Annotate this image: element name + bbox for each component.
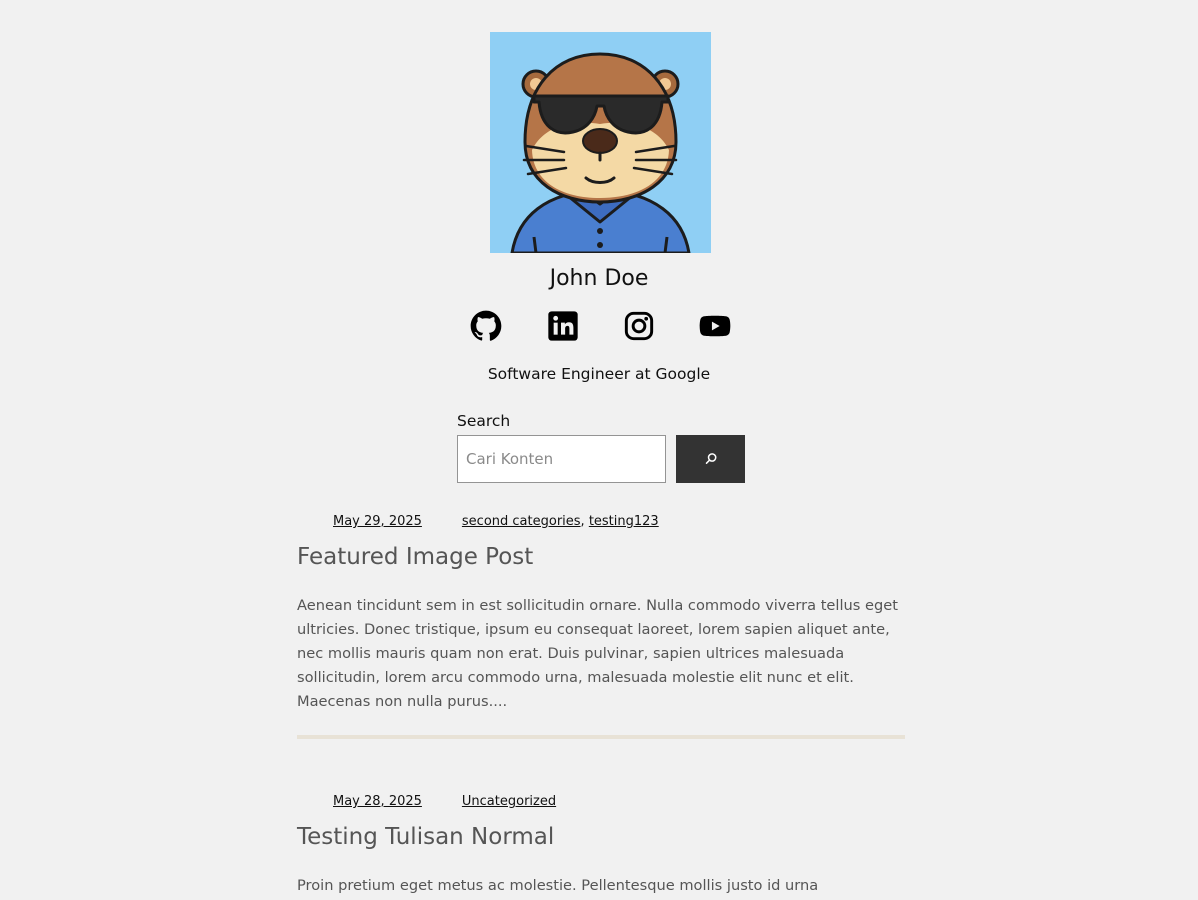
search-button[interactable] <box>676 435 745 483</box>
post-meta: May 29, 2025 second categories, testing12… <box>333 514 659 529</box>
post-meta: May 28, 2025 Uncategorized <box>333 794 556 809</box>
youtube-link[interactable] <box>699 310 731 342</box>
search-icon <box>705 453 716 464</box>
post-category-link[interactable]: Uncategorized <box>462 794 556 809</box>
post-excerpt: Aenean tincidunt sem in est sollicitudin… <box>297 597 898 710</box>
profile-name: John Doe <box>549 266 649 291</box>
post-date-link[interactable]: May 29, 2025 <box>333 514 422 529</box>
social-links <box>0 310 1198 342</box>
linkedin-icon <box>548 311 578 341</box>
search-label: Search <box>457 412 511 430</box>
post-category-link[interactable]: second categories <box>462 514 581 529</box>
profile-tagline: Software Engineer at Google <box>487 365 711 383</box>
search-input[interactable] <box>457 435 666 483</box>
youtube-icon <box>699 315 731 337</box>
post-separator <box>297 735 905 739</box>
post-title[interactable]: Featured Image Post <box>297 544 533 570</box>
profile-avatar <box>490 32 711 253</box>
instagram-icon <box>624 311 654 341</box>
github-link[interactable] <box>470 310 502 342</box>
linkedin-link[interactable] <box>547 310 579 342</box>
github-icon <box>470 310 502 341</box>
post-date-link[interactable]: May 28, 2025 <box>333 794 422 809</box>
instagram-link[interactable] <box>623 310 655 342</box>
otter-sunglasses-avatar-icon <box>490 32 711 253</box>
post-title[interactable]: Testing Tulisan Normal <box>297 824 554 850</box>
post-category-link[interactable]: testing123 <box>589 514 659 529</box>
post-excerpt: Proin pretium eget metus ac molestie. Pe… <box>297 877 819 894</box>
